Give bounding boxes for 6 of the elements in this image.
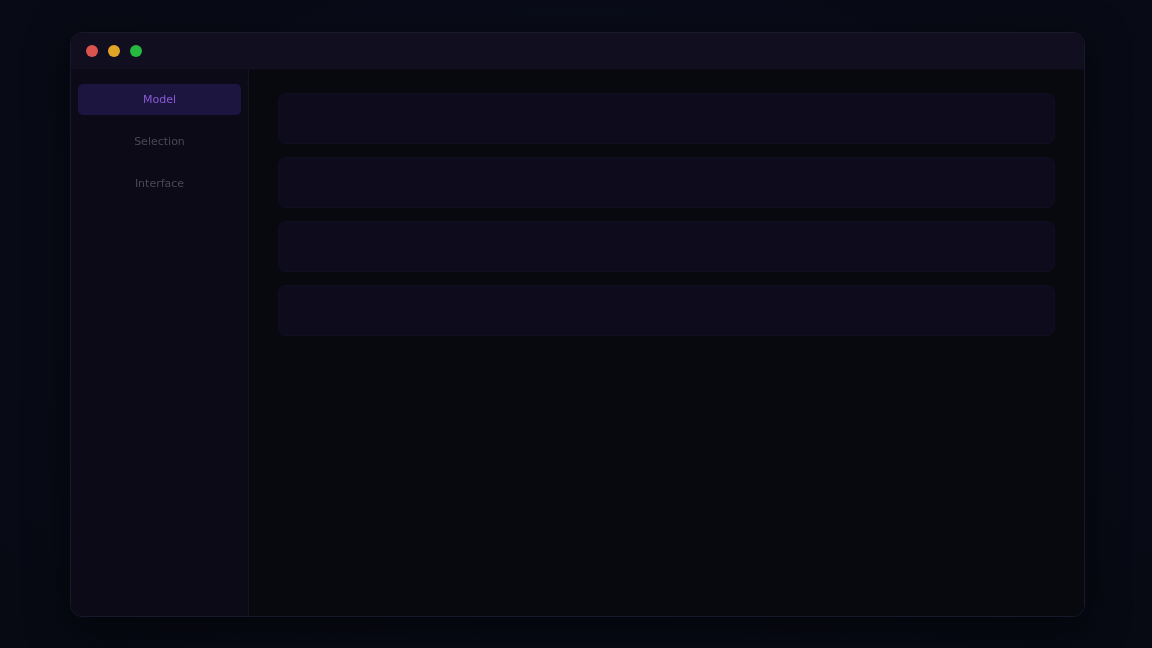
sidebar-item[interactable]: Selection — [78, 126, 241, 157]
sidebar-item[interactable]: Interface — [78, 168, 241, 199]
close-icon[interactable] — [86, 45, 98, 57]
sidebar-item[interactable]: Model — [78, 84, 241, 115]
minimize-icon[interactable] — [108, 45, 120, 57]
maximize-icon[interactable] — [130, 45, 142, 57]
